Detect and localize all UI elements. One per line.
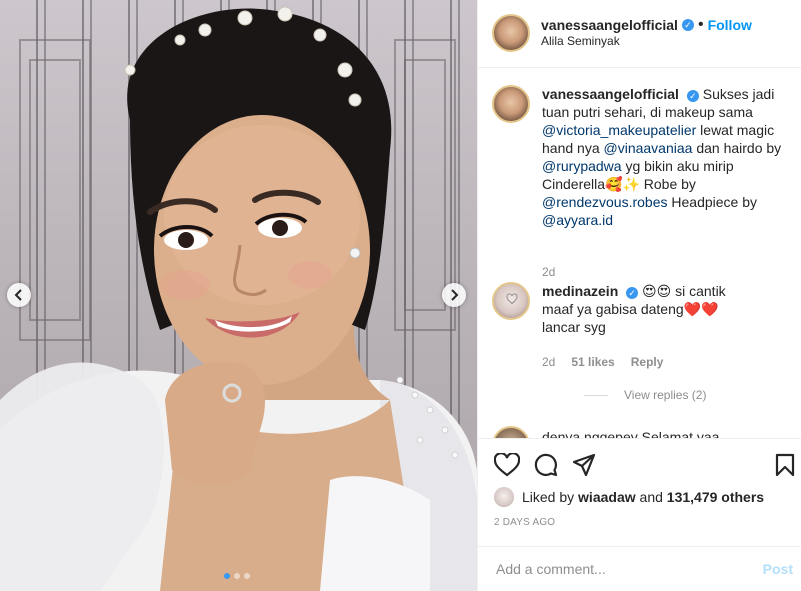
liker-username[interactable]: wiaadaw — [578, 489, 636, 505]
verified-badge-icon: ✓ — [626, 287, 639, 299]
view-replies-button[interactable]: View replies (2) — [584, 388, 706, 402]
bookmark-icon[interactable] — [775, 453, 795, 477]
carousel-next-button[interactable] — [442, 283, 466, 307]
heart-icon[interactable] — [494, 453, 520, 477]
heart-icon[interactable] — [506, 293, 518, 305]
liked-by-and: and — [639, 489, 663, 505]
carousel-prev-button[interactable] — [7, 283, 31, 307]
comment-text: medinazein ✓ 😍😍 si cantik maaf ya gabisa… — [542, 282, 752, 336]
mention-link[interactable]: @victoria_makeupatelier — [542, 122, 696, 138]
carousel-dot — [224, 573, 230, 579]
commenter-avatar[interactable] — [492, 426, 530, 438]
comment-likes[interactable]: 51 likes — [571, 355, 614, 369]
caption-username[interactable]: vanessaangelofficial — [542, 86, 679, 102]
caption-part: dan hairdo by — [692, 140, 782, 156]
comment-text: denya.nggepey Selamat yaa — [542, 428, 787, 438]
instagram-post: vanessaangelofficial ✓ • Follow Alila Se… — [0, 0, 801, 591]
post-timestamp[interactable]: 2 DAYS AGO — [494, 517, 555, 528]
liker-avatar[interactable] — [494, 487, 514, 507]
post-photo — [0, 6, 477, 591]
author-avatar[interactable] — [492, 85, 530, 123]
caption-text: vanessaangelofficial ✓ Sukses jadi tuan … — [542, 85, 787, 229]
mention-link[interactable]: @rendezvous.robes — [542, 194, 668, 210]
caption-meta: 2d — [542, 265, 555, 279]
add-comment-box: Post — [478, 546, 801, 591]
verified-badge-icon: ✓ — [686, 90, 699, 102]
comment-body: denya.nggepey Selamat yaa — [542, 429, 720, 438]
comment-meta: 2d 51 likes Reply — [542, 355, 663, 369]
carousel-dot — [244, 573, 250, 579]
chevron-left-icon — [14, 289, 22, 301]
author-avatar[interactable] — [492, 14, 530, 52]
post-media[interactable] — [0, 0, 477, 591]
liked-by-prefix: Liked by — [522, 489, 575, 505]
post-comment-button[interactable]: Post — [763, 561, 793, 577]
separator-dot: • — [697, 16, 704, 33]
commenter-username[interactable]: medinazein — [542, 283, 618, 299]
view-replies-label: View replies (2) — [624, 388, 707, 402]
follow-button[interactable]: Follow — [708, 17, 752, 33]
comment-icon[interactable] — [534, 453, 558, 477]
author-username[interactable]: vanessaangelofficial — [541, 17, 678, 33]
action-bar — [478, 438, 801, 480]
likes-summary: Liked by wiaadaw and 131,479 others — [494, 487, 764, 507]
comments-section[interactable]: vanessaangelofficial ✓ Sukses jadi tuan … — [478, 68, 801, 438]
post-header: vanessaangelofficial ✓ • Follow Alila Se… — [478, 0, 801, 68]
reply-button[interactable]: Reply — [631, 355, 664, 369]
mention-link[interactable]: @vinaavaniaa — [604, 140, 693, 156]
caption-time: 2d — [542, 265, 556, 279]
carousel-indicator — [224, 573, 250, 579]
chevron-right-icon — [451, 289, 459, 301]
caption-part: Headpiece by — [667, 194, 758, 210]
share-icon[interactable] — [572, 453, 596, 477]
post-side-panel: vanessaangelofficial ✓ • Follow Alila Se… — [477, 0, 801, 591]
carousel-dot — [234, 573, 240, 579]
mention-link[interactable]: @ayyara.id — [542, 212, 613, 228]
comment-input[interactable] — [494, 560, 748, 578]
post-location[interactable]: Alila Seminyak — [541, 34, 620, 48]
comment-time: 2d — [542, 355, 556, 369]
mention-link[interactable]: @rurypadwa — [542, 158, 622, 174]
verified-badge-icon: ✓ — [681, 19, 694, 31]
author-info: vanessaangelofficial ✓ • Follow — [541, 16, 752, 34]
likes-count[interactable]: 131,479 others — [667, 489, 764, 505]
replies-divider — [584, 394, 608, 396]
